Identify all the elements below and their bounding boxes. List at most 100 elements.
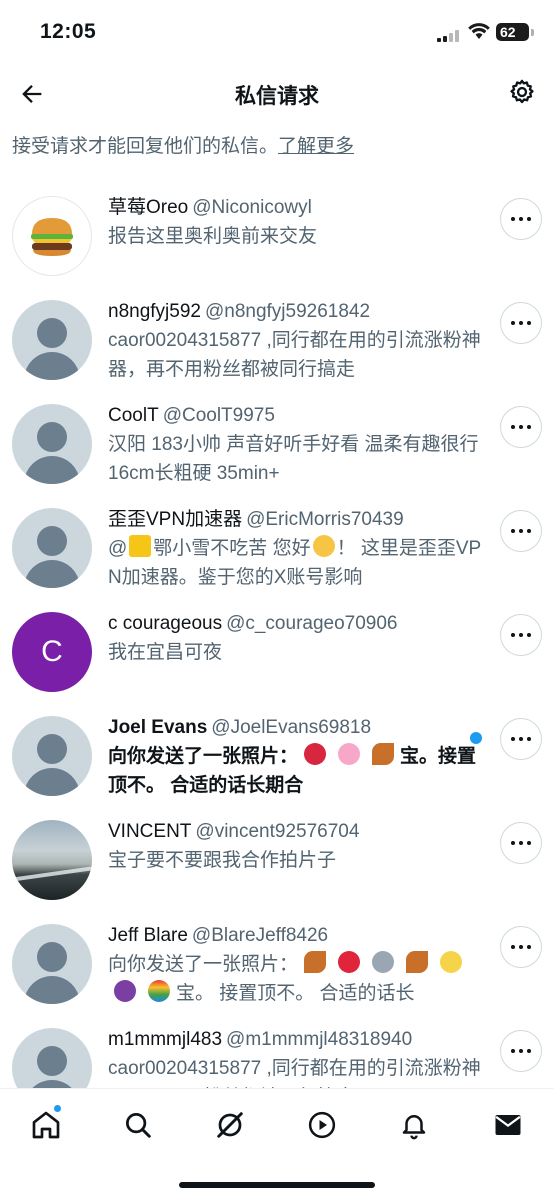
gear-icon bbox=[510, 79, 534, 104]
request-content: c courageous @c_courageo70906 我在宜昌可夜 bbox=[108, 610, 488, 667]
message-requests-list: 草莓Oreo @Niconicowyl 报告这里奥利奥前来交友 n8ngfyj59… bbox=[0, 188, 554, 1124]
request-item[interactable]: 歪歪VPN加速器 @EricMorris70439 @ 鄂小雪不吃苦 您好！ 这里是… bbox=[0, 500, 554, 604]
request-item[interactable]: Jeff Blare @BlareJeff8426 向你发送了一张照片：宝。 接置… bbox=[0, 916, 554, 1020]
avatar[interactable] bbox=[12, 716, 92, 796]
more-options-button[interactable] bbox=[500, 510, 542, 552]
nav-home[interactable] bbox=[26, 1105, 66, 1145]
nav-grok[interactable] bbox=[210, 1105, 250, 1145]
user-name: 草莓Oreo bbox=[108, 197, 189, 218]
request-item[interactable]: Joel Evans @JoelEvans69818 向你发送了一张照片： 宝。接置… bbox=[0, 708, 554, 812]
envelope-icon bbox=[495, 1115, 521, 1135]
user-handle: @CoolT9975 bbox=[162, 405, 275, 426]
status-time: 12:05 bbox=[40, 20, 97, 43]
user-handle: @n8ngfyj59261842 bbox=[204, 301, 371, 322]
page-title: 私信请求 bbox=[235, 85, 319, 108]
more-options-button[interactable] bbox=[500, 198, 542, 240]
learn-more-link[interactable]: 了解更多 bbox=[278, 136, 354, 157]
request-content: 草莓Oreo @Niconicowyl 报告这里奥利奥前来交友 bbox=[108, 194, 488, 251]
request-item[interactable]: n8ngfyj592 @n8ngfyj59261842 caor002043158… bbox=[0, 292, 554, 396]
more-options-button[interactable] bbox=[500, 822, 542, 864]
wifi-icon bbox=[468, 23, 490, 39]
request-content: Jeff Blare @BlareJeff8426 向你发送了一张照片：宝。 接置… bbox=[108, 922, 488, 1008]
avatar[interactable] bbox=[12, 404, 92, 484]
request-content: VINCENT @vincent92576704 宝子要不要跟我合作拍片子 bbox=[108, 818, 488, 875]
nav-notifications[interactable] bbox=[394, 1105, 434, 1145]
message-preview: 报告这里奥利奥前来交友 bbox=[108, 226, 318, 247]
home-badge bbox=[54, 1105, 61, 1112]
more-options-button[interactable] bbox=[500, 302, 542, 344]
user-handle: @c_courageo70906 bbox=[226, 613, 398, 634]
avatar[interactable] bbox=[12, 924, 92, 1004]
request-content: 歪歪VPN加速器 @EricMorris70439 @ 鄂小雪不吃苦 您好！ 这里是… bbox=[108, 506, 488, 592]
user-handle: @EricMorris70439 bbox=[246, 509, 404, 530]
balloon-emoji-icon bbox=[338, 951, 361, 973]
battery-indicator: 62 bbox=[496, 23, 529, 41]
more-options-button[interactable] bbox=[500, 406, 542, 448]
fallen-leaf-emoji-icon bbox=[304, 951, 327, 973]
nav-messages[interactable] bbox=[488, 1105, 528, 1145]
message-preview: 我在宜昌可夜 bbox=[108, 642, 223, 663]
user-name: Joel Evans bbox=[108, 717, 208, 738]
cherry-blossom-emoji-icon bbox=[338, 743, 361, 765]
request-content: n8ngfyj592 @n8ngfyj59261842 caor002043158… bbox=[108, 298, 488, 384]
user-name: m1mmmjl483 bbox=[108, 1029, 223, 1050]
bell-icon bbox=[402, 1115, 426, 1140]
user-name: c courageous bbox=[108, 613, 223, 634]
user-name: 歪歪VPN加速器 bbox=[108, 509, 243, 530]
fallen-leaf-emoji-icon bbox=[406, 951, 429, 973]
intro-body: 接受请求才能回复他们的私信。 bbox=[12, 136, 279, 157]
star-emoji-icon bbox=[440, 951, 463, 973]
user-handle: @BlareJeff8426 bbox=[191, 925, 329, 946]
message-preview: caor00204315877 ,同行都在用的引流涨粉神器，再不用粉丝都被同行搞… bbox=[108, 330, 481, 380]
user-name: VINCENT bbox=[108, 821, 192, 842]
grok-icon bbox=[217, 1112, 243, 1138]
request-content: Joel Evans @JoelEvans69818 向你发送了一张照片： 宝。接置… bbox=[108, 714, 488, 800]
user-name: Jeff Blare bbox=[108, 925, 188, 946]
user-handle: @JoelEvans69818 bbox=[211, 717, 372, 738]
rainbow-emoji-icon bbox=[148, 980, 170, 1002]
user-name: CoolT bbox=[108, 405, 159, 426]
avatar[interactable] bbox=[12, 300, 92, 380]
message-preview: 宝子要不要跟我合作拍片子 bbox=[108, 850, 337, 871]
request-item[interactable]: C c courageous @c_courageo70906 我在宜昌可夜 bbox=[0, 604, 554, 708]
waving-hand-emoji-icon bbox=[312, 535, 335, 557]
video-icon bbox=[308, 1111, 336, 1139]
rocket-emoji-icon bbox=[372, 951, 395, 973]
request-item[interactable]: CoolT @CoolT9975 汉阳 183小帅 声音好听手好看 温柔有趣很行 … bbox=[0, 396, 554, 500]
request-item[interactable]: VINCENT @vincent92576704 宝子要不要跟我合作拍片子 bbox=[0, 812, 554, 916]
hibiscus-emoji-icon bbox=[304, 743, 327, 765]
avatar[interactable]: C bbox=[12, 612, 92, 692]
more-options-button[interactable] bbox=[500, 718, 542, 760]
search-icon bbox=[126, 1113, 151, 1138]
message-preview: @ 鄂小雪不吃苦 您好！ 这里是歪歪VPN加速器。鉴于您的X账号影响 bbox=[108, 534, 488, 592]
user-handle: @Niconicowyl bbox=[192, 197, 312, 218]
request-content: CoolT @CoolT9975 汉阳 183小帅 声音好听手好看 温柔有趣很行 … bbox=[108, 402, 488, 488]
avatar[interactable] bbox=[12, 820, 92, 900]
message-preview: 向你发送了一张照片： 宝。接置顶不。 合适的话长期合 bbox=[108, 742, 488, 800]
request-item[interactable]: 草莓Oreo @Niconicowyl 报告这里奥利奥前来交友 bbox=[0, 188, 554, 292]
burger-icon bbox=[31, 218, 73, 256]
more-options-button[interactable] bbox=[500, 926, 542, 968]
more-options-button[interactable] bbox=[500, 614, 542, 656]
crown-emoji-icon bbox=[129, 535, 152, 557]
umbrella-emoji-icon bbox=[114, 980, 136, 1002]
header: 私信请求 bbox=[0, 62, 554, 122]
user-handle: @vincent92576704 bbox=[195, 821, 360, 842]
avatar[interactable] bbox=[12, 508, 92, 588]
fallen-leaf-emoji-icon bbox=[372, 743, 395, 765]
status-bar: 12:05 62 bbox=[0, 0, 554, 62]
battery-cap bbox=[531, 29, 534, 36]
nav-video[interactable] bbox=[302, 1105, 342, 1145]
settings-button[interactable] bbox=[504, 74, 540, 110]
nav-search[interactable] bbox=[118, 1105, 158, 1145]
home-icon bbox=[32, 1111, 60, 1139]
home-indicator bbox=[179, 1182, 375, 1188]
cellular-signal-icon bbox=[437, 30, 463, 42]
message-preview: 汉阳 183小帅 声音好听手好看 温柔有趣很行 16cm长粗硬 35min+ bbox=[108, 434, 479, 484]
more-options-button[interactable] bbox=[500, 1030, 542, 1072]
avatar[interactable] bbox=[12, 196, 92, 276]
unread-indicator bbox=[470, 732, 482, 744]
message-preview: 向你发送了一张照片：宝。 接置顶不。 合适的话长 bbox=[108, 950, 488, 1008]
user-name: n8ngfyj592 bbox=[108, 301, 201, 322]
user-handle: @m1mmmjl48318940 bbox=[226, 1029, 413, 1050]
